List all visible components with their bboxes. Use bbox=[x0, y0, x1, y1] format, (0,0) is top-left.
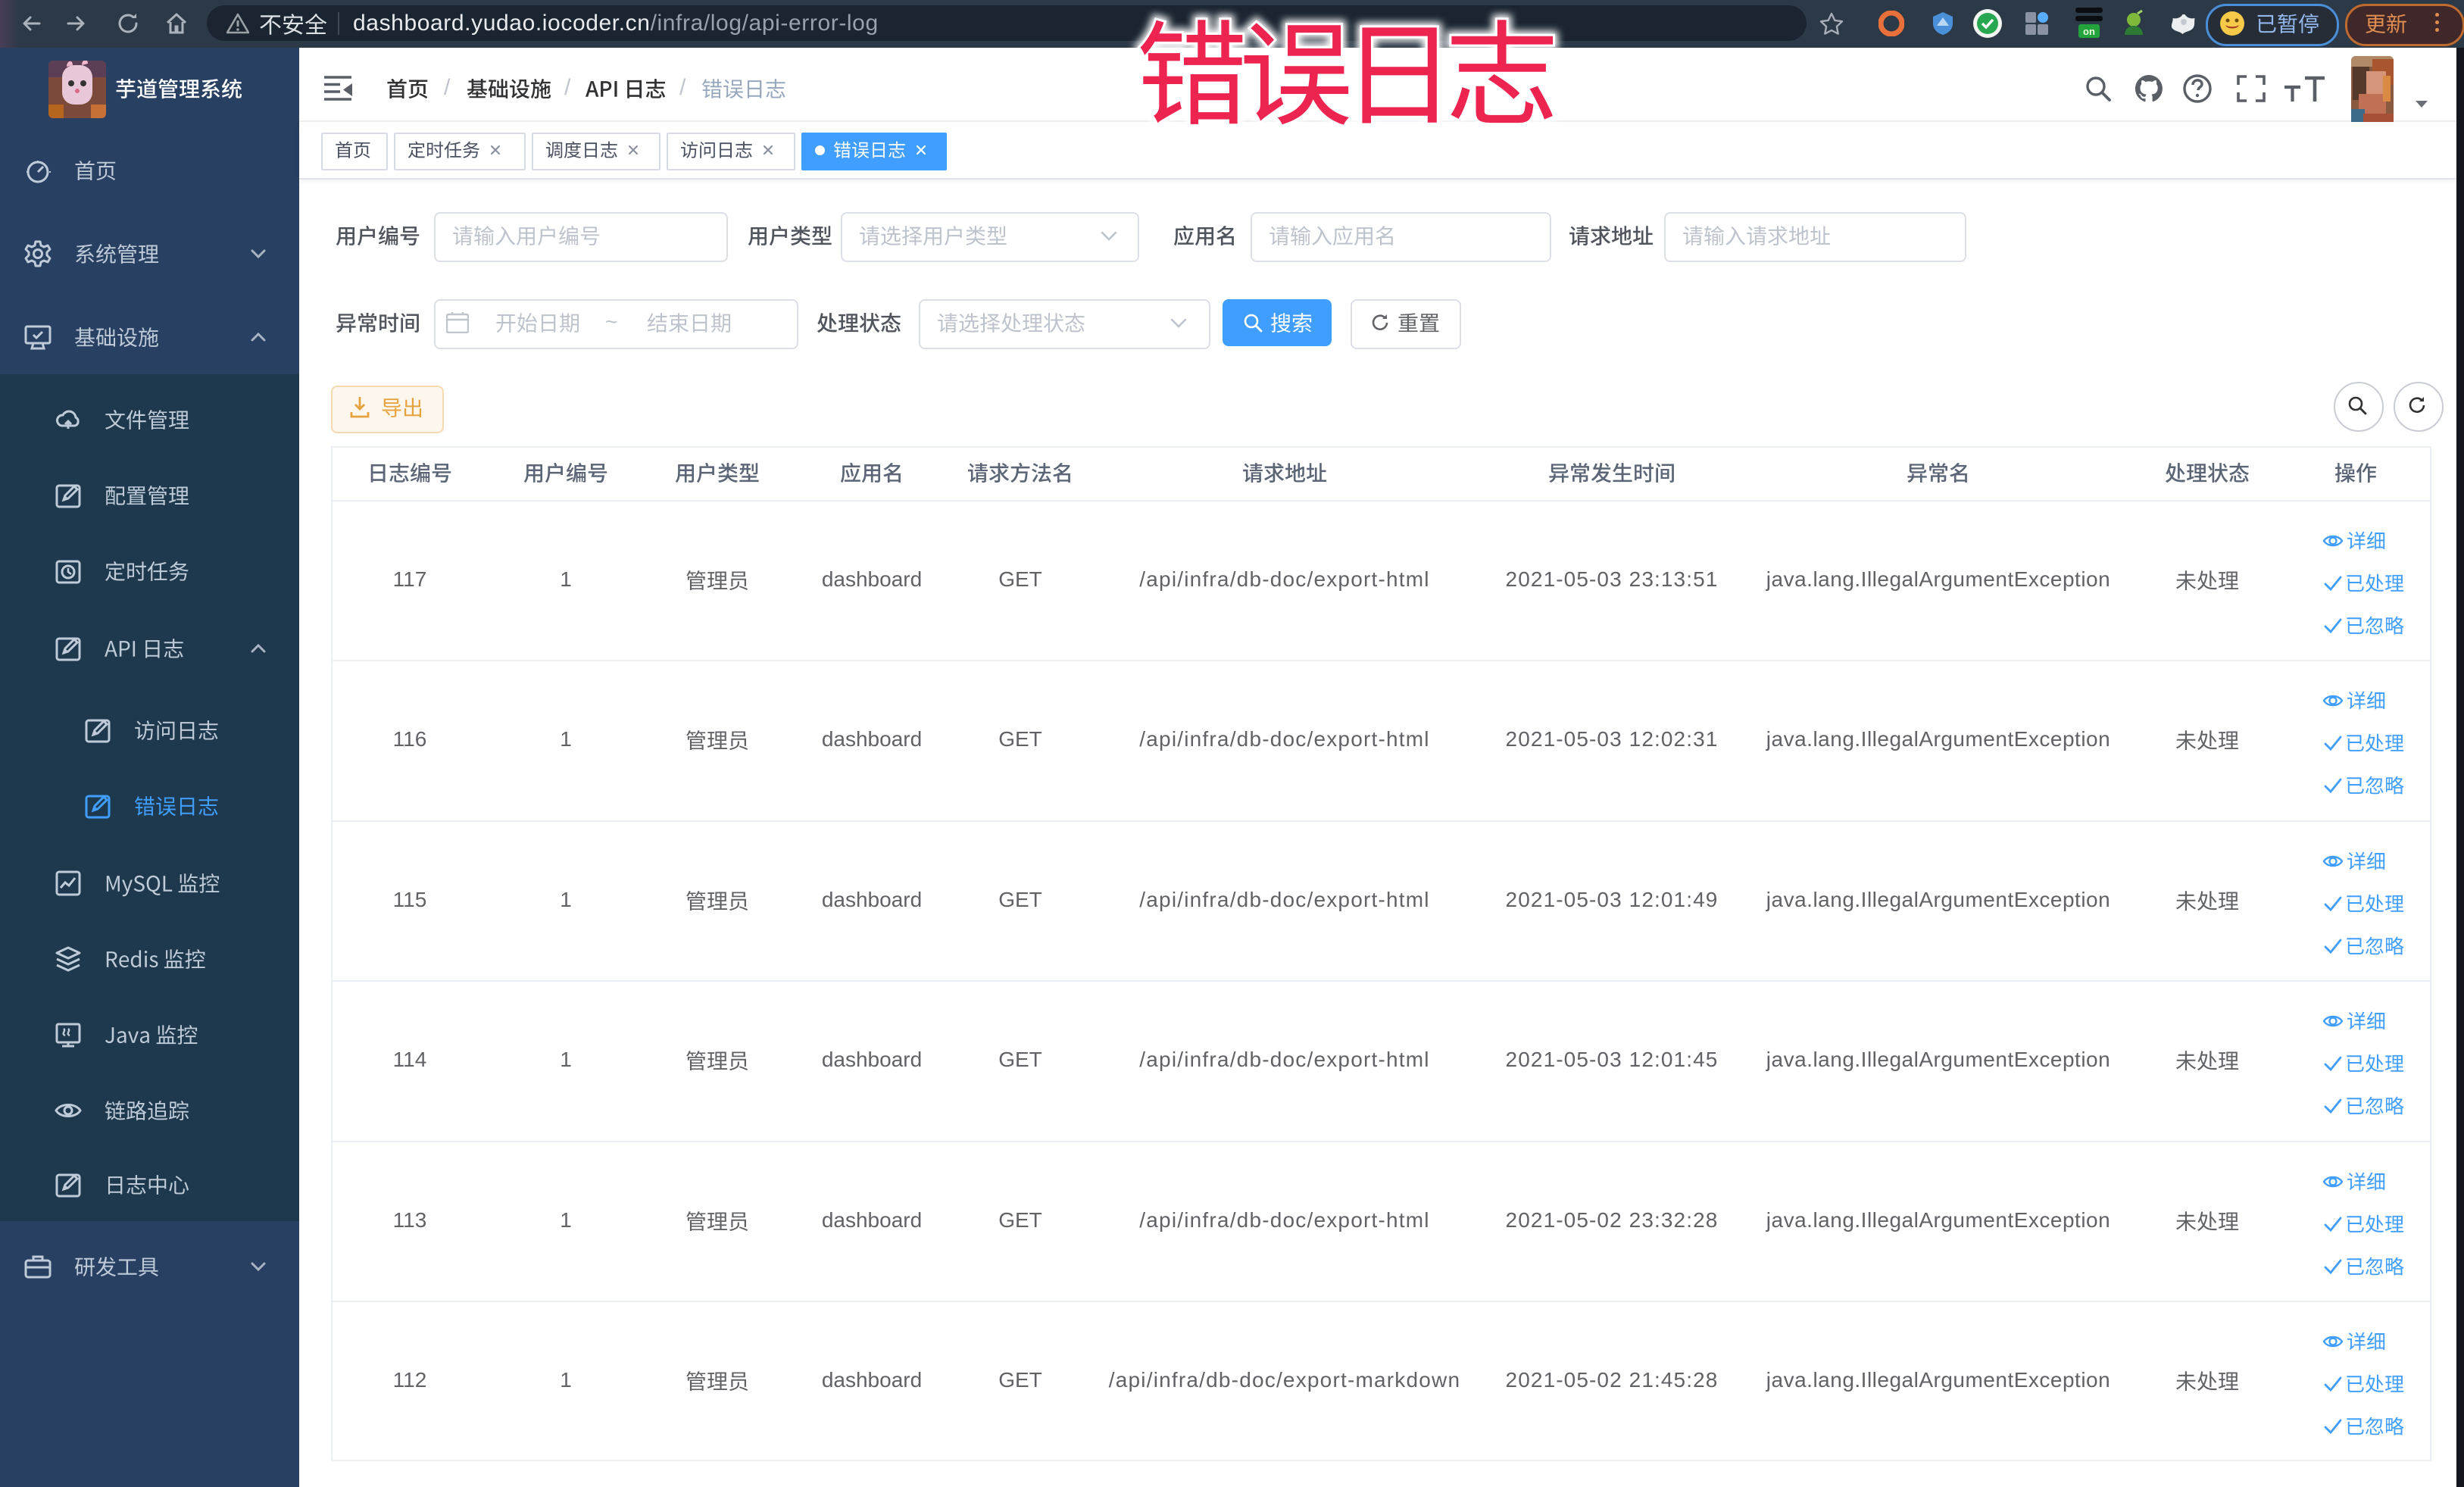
svg-text:on: on bbox=[2083, 26, 2095, 37]
